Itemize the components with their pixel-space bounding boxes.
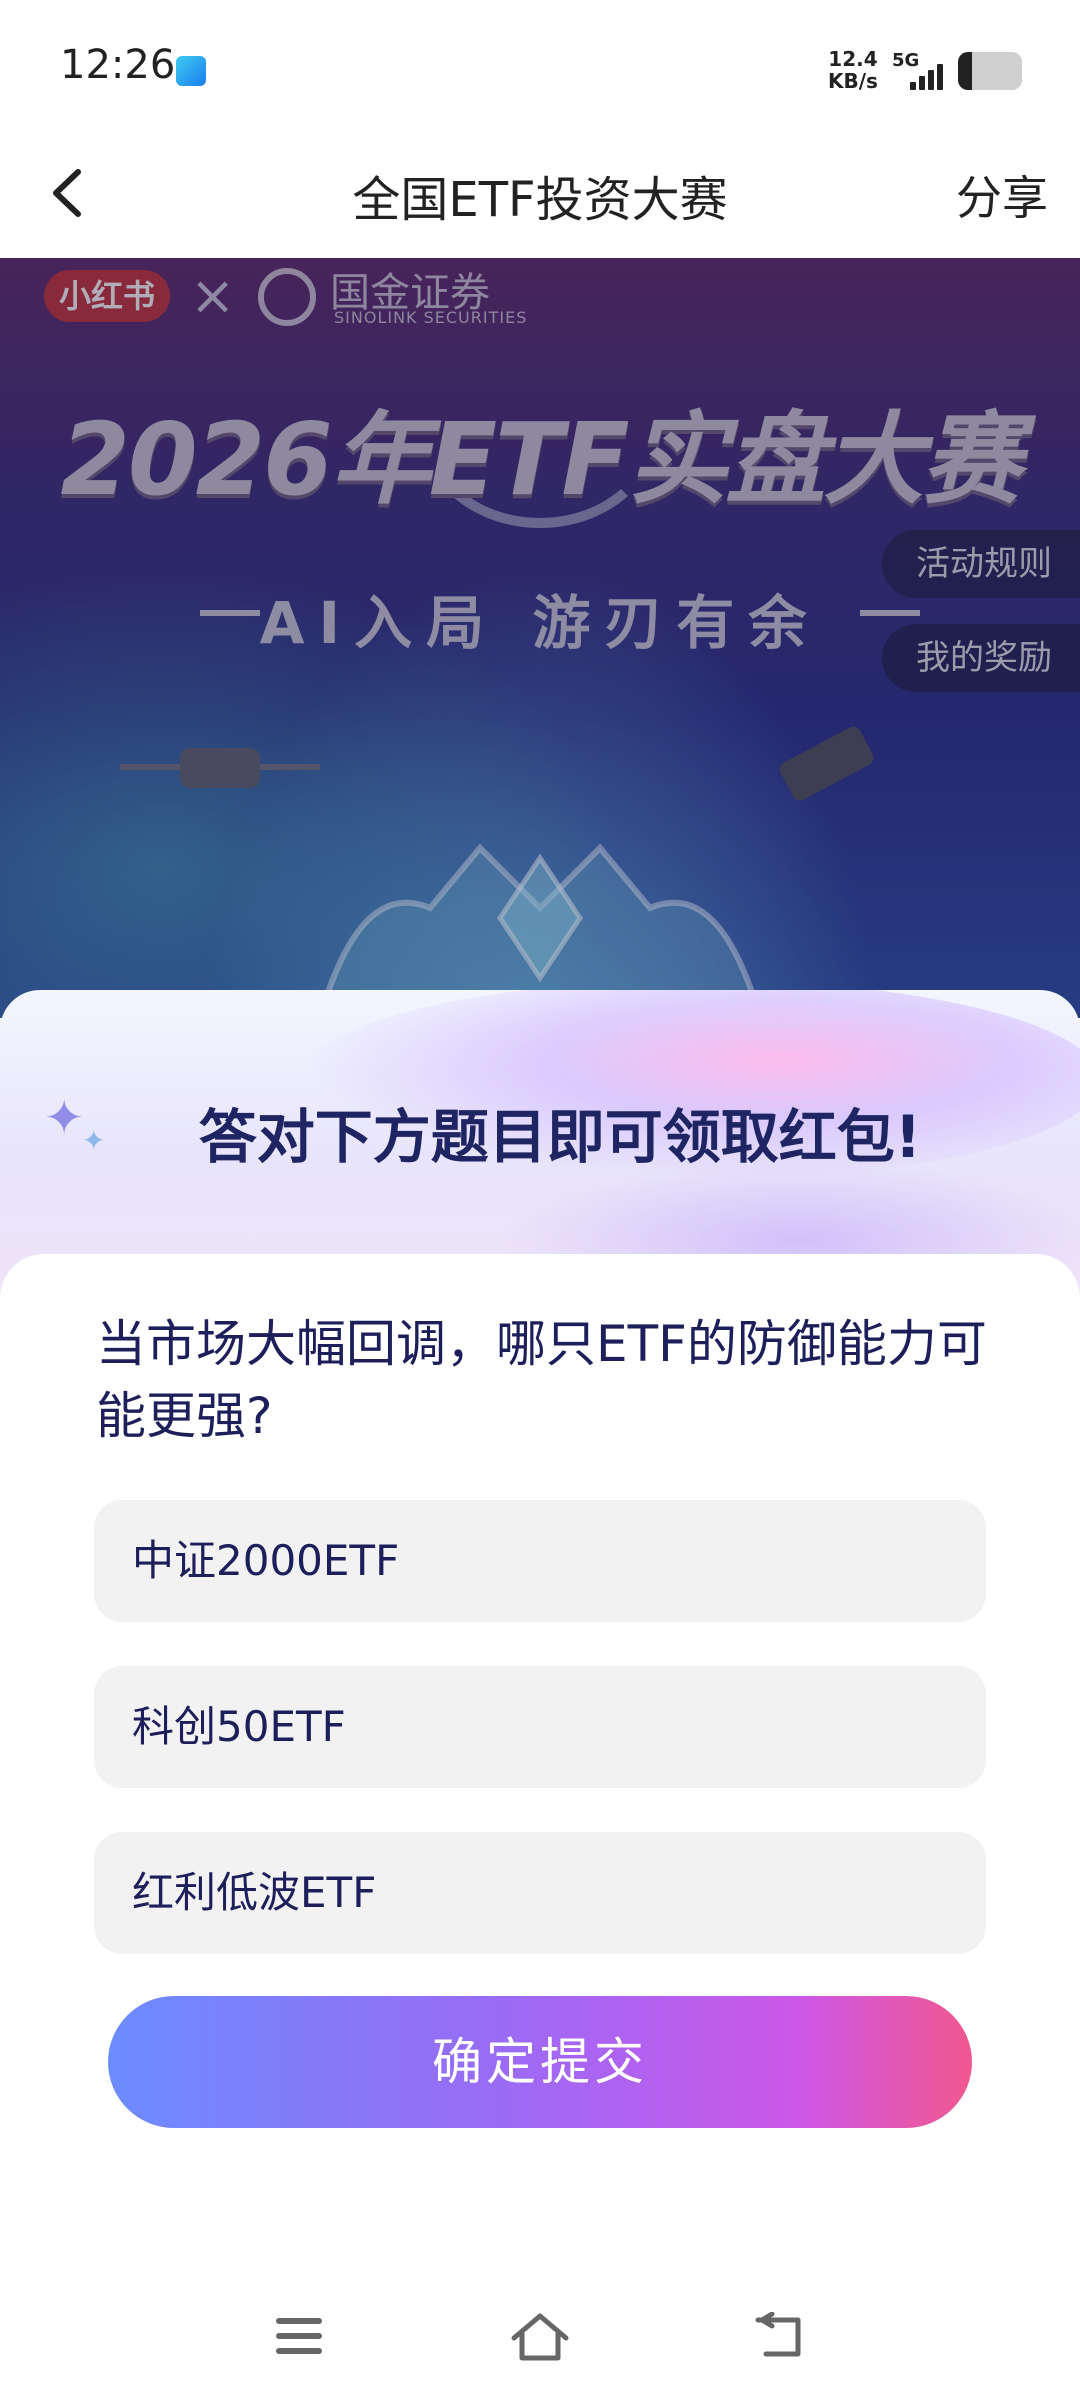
page-title: 全国ETF投资大赛 [352, 172, 728, 228]
return-icon[interactable] [752, 2312, 808, 2362]
signal-icon [910, 58, 950, 90]
network-speed: 12.4 KB/s [828, 48, 878, 92]
event-banner: 小红书 × 国金证券 SINOLINK SECURITIES 2026年ETF实… [0, 258, 1080, 1018]
quiz-option-2[interactable]: 科创50ETF [94, 1666, 986, 1788]
nav-bar: 全国ETF投资大赛 分享 [0, 130, 1080, 258]
share-button[interactable]: 分享 [956, 162, 1048, 228]
quiz-option-1[interactable]: 中证2000ETF [94, 1500, 986, 1622]
app-notification-icon [176, 56, 206, 86]
network-speed-unit: KB/s [828, 69, 878, 93]
battery-level [958, 52, 973, 90]
submit-button[interactable]: 确定提交 [108, 1996, 972, 2128]
menu-icon[interactable] [276, 2316, 322, 2356]
quiz-option-3[interactable]: 红利低波ETF [94, 1832, 986, 1954]
battery-icon [958, 52, 1022, 90]
banner-overlay [0, 258, 1080, 1018]
popup-prompt: 答对下方题目即可领取红包! [198, 1103, 922, 1171]
system-nav-bar [0, 2280, 1080, 2400]
status-time: 12:26 [60, 42, 176, 88]
status-bar: 12:26 12.4 KB/s 5G [0, 0, 1080, 130]
quiz-question: 当市场大幅回调，哪只ETF的防御能力可能更强? [96, 1315, 987, 1445]
network-speed-value: 12.4 [828, 47, 878, 71]
home-icon[interactable] [508, 2308, 572, 2364]
